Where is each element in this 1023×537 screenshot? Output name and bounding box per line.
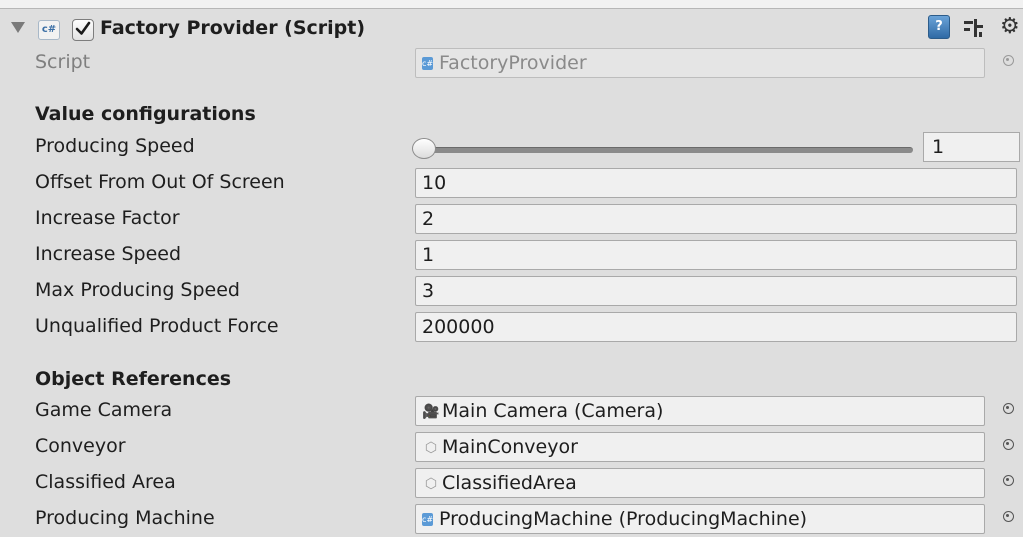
producing-machine-row: Producing Machine c# ProducingMachine (Pr… <box>0 502 1023 537</box>
gameobject-icon: ⬡ <box>424 475 438 492</box>
max-producing-speed-input[interactable]: 3 <box>415 276 1017 306</box>
classified-area-field[interactable]: ⬡ ClassifiedArea <box>415 468 985 498</box>
increase-factor-row: Increase Factor 2 <box>0 202 1023 237</box>
increase-factor-input[interactable]: 2 <box>415 204 1017 234</box>
conveyor-value: MainConveyor <box>442 436 578 458</box>
game-camera-field[interactable]: 🎥 Main Camera (Camera) <box>415 396 985 426</box>
offset-row: Offset From Out Of Screen 10 <box>0 166 1023 201</box>
presets-icon[interactable] <box>962 18 984 38</box>
component-header[interactable]: c# Factory Provider (Script) ? ⚙ <box>0 9 1023 49</box>
gameobject-icon: ⬡ <box>424 439 438 456</box>
script-value: FactoryProvider <box>439 52 587 74</box>
object-picker-icon[interactable] <box>1003 511 1014 522</box>
producing-machine-label: Producing Machine <box>35 507 215 529</box>
top-separator <box>0 0 1023 9</box>
unqualified-force-input[interactable]: 200000 <box>415 312 1017 342</box>
conveyor-label: Conveyor <box>35 435 126 457</box>
conveyor-row: Conveyor ⬡ MainConveyor <box>0 430 1023 465</box>
object-picker-icon <box>1003 55 1014 66</box>
game-camera-label: Game Camera <box>35 399 173 421</box>
unqualified-force-row: Unqualified Product Force 200000 <box>0 310 1023 345</box>
producing-speed-row: Producing Speed 1 <box>0 130 1023 165</box>
checkmark-icon <box>75 21 91 35</box>
section-heading-references: Object References <box>35 368 232 390</box>
game-camera-value: Main Camera (Camera) <box>442 400 664 422</box>
cs-script-icon: c# <box>38 20 60 40</box>
component-title: Factory Provider (Script) <box>100 17 366 39</box>
gear-icon[interactable]: ⚙ <box>1000 15 1023 39</box>
offset-input[interactable]: 10 <box>415 168 1017 198</box>
producing-machine-value: ProducingMachine (ProducingMachine) <box>439 508 808 530</box>
classified-area-row: Classified Area ⬡ ClassifiedArea <box>0 466 1023 501</box>
producing-speed-input[interactable]: 1 <box>923 132 1020 162</box>
script-icon: c# <box>422 513 434 526</box>
offset-label: Offset From Out Of Screen <box>35 171 285 193</box>
camera-icon: 🎥 <box>422 403 440 420</box>
help-icon[interactable]: ? <box>928 15 950 39</box>
classified-area-value: ClassifiedArea <box>442 472 577 494</box>
script-field: c# FactoryProvider <box>415 48 985 78</box>
increase-speed-label: Increase Speed <box>35 243 182 265</box>
unqualified-force-label: Unqualified Product Force <box>35 315 279 337</box>
producing-speed-slider-thumb[interactable] <box>412 138 436 159</box>
script-row: Script c# FactoryProvider <box>0 46 1023 81</box>
foldout-arrow-icon[interactable] <box>11 22 25 33</box>
producing-speed-slider-track[interactable] <box>425 147 913 153</box>
game-camera-row: Game Camera 🎥 Main Camera (Camera) <box>0 394 1023 429</box>
producing-machine-field[interactable]: c# ProducingMachine (ProducingMachine) <box>415 504 985 534</box>
max-producing-speed-label: Max Producing Speed <box>35 279 240 301</box>
script-file-icon: c# <box>422 57 434 70</box>
section-heading-values: Value configurations <box>35 103 256 125</box>
conveyor-field[interactable]: ⬡ MainConveyor <box>415 432 985 462</box>
component-enabled-checkbox[interactable] <box>72 19 94 41</box>
classified-area-label: Classified Area <box>35 471 176 493</box>
max-producing-speed-row: Max Producing Speed 3 <box>0 274 1023 309</box>
producing-speed-label: Producing Speed <box>35 135 195 157</box>
increase-factor-label: Increase Factor <box>35 207 180 229</box>
script-label: Script <box>35 51 91 73</box>
object-picker-icon[interactable] <box>1003 403 1014 414</box>
increase-speed-input[interactable]: 1 <box>415 240 1017 270</box>
object-picker-icon[interactable] <box>1003 475 1014 486</box>
increase-speed-row: Increase Speed 1 <box>0 238 1023 273</box>
object-picker-icon[interactable] <box>1003 439 1014 450</box>
